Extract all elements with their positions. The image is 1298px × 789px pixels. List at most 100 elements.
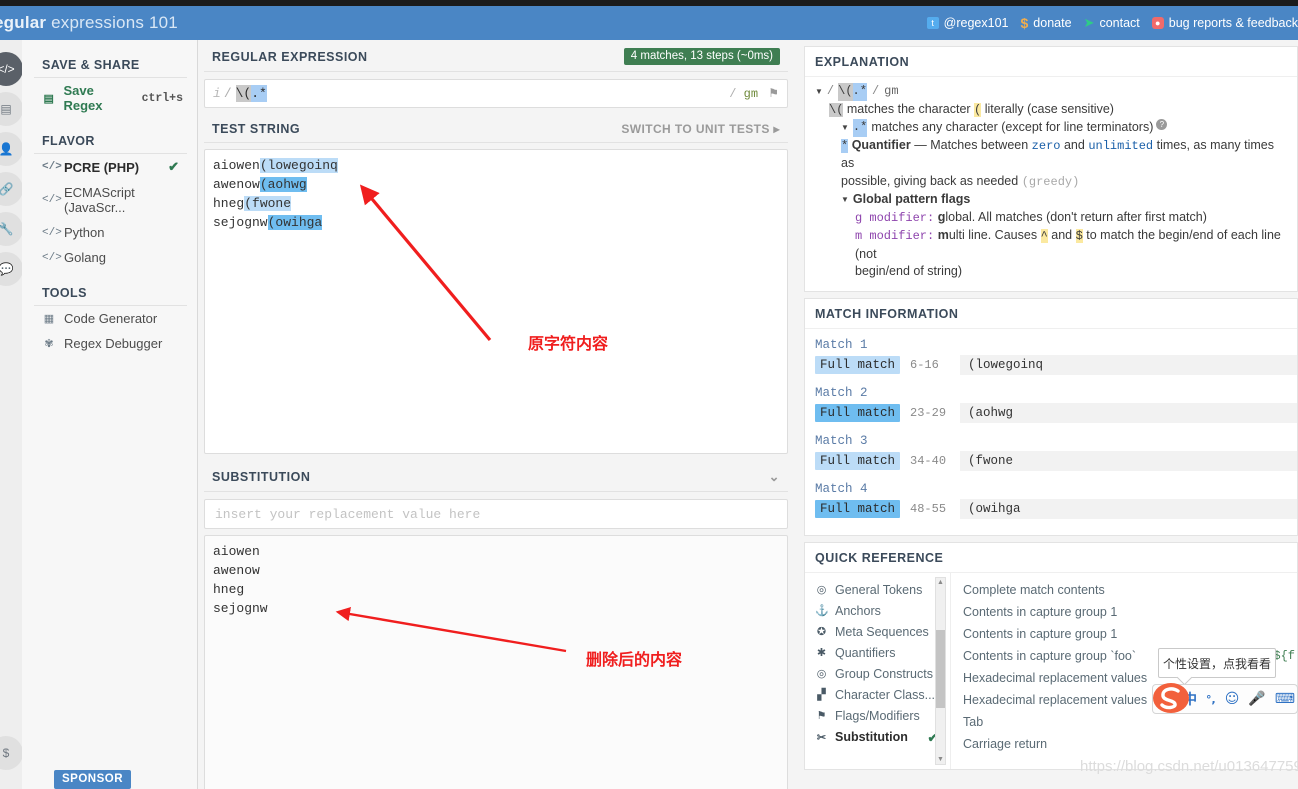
sponsor-badge[interactable]: SPONSOR	[54, 770, 132, 789]
match-title: Match 3	[815, 434, 868, 448]
g-modifier-label: g modifier:	[855, 210, 935, 225]
regex-input[interactable]: i / \(.* / gm ⚑	[204, 79, 788, 108]
sidebar-item-flavor-ecmascript-label: ECMAScript (JavaScr...	[64, 185, 135, 215]
quick-ref-category-substitution[interactable]: ✂ Substitution ✔	[815, 726, 950, 748]
sidebar-heading-tools: TOOLS	[34, 280, 187, 306]
quick-ref-entry[interactable]: Contents in capture group 1	[963, 623, 1297, 645]
quick-ref-entry[interactable]: Complete match contents	[963, 579, 1297, 601]
account-icon[interactable]: 👤	[0, 132, 23, 166]
quick-ref-category-quantifiers[interactable]: ✱ Quantifiers	[815, 642, 950, 663]
g-modifier-text: lobal. All matches (don't return after f…	[945, 209, 1207, 224]
sidebar-item-regex-debugger[interactable]: ✾ Regex Debugger	[22, 331, 197, 356]
global-flags-heading: Global pattern flags	[852, 192, 971, 206]
header-link-contact[interactable]: ➤ contact	[1084, 15, 1140, 31]
explanation-flags-heading-row: ▼ Global pattern flags	[815, 191, 1287, 209]
quick-ref-entry[interactable]: Tab	[963, 711, 1297, 733]
substitution-section-label: SUBSTITUTION	[212, 470, 311, 484]
code-icon: </>	[42, 226, 62, 239]
quick-ref-entry-desc: Contents in capture group `foo`	[963, 649, 1137, 663]
explanation-token-any: .*	[852, 83, 867, 101]
site-brand[interactable]: egular expressions 101	[0, 13, 178, 33]
quantifier-text-c: possible, giving back as needed	[841, 173, 1019, 188]
site-header: egular expressions 101 t @regex101 $ don…	[0, 6, 1298, 40]
quick-ref-category-label: Quantifiers	[835, 645, 896, 660]
sidebar-item-save-regex-shortcut: ctrl+s	[141, 91, 183, 105]
sidebar-item-flavor-pcre[interactable]: </> PCRE (PHP) ✔	[22, 154, 197, 180]
code-icon: </>	[42, 161, 62, 173]
quick-ref-category-anchors[interactable]: ⚓ Anchors	[815, 600, 950, 621]
match-tag: Full match	[815, 356, 901, 374]
switch-to-unit-tests-button[interactable]: SWITCH TO UNIT TESTS ▸	[621, 122, 780, 136]
scroll-down-icon[interactable]: ▼	[936, 756, 945, 763]
regex-flags[interactable]: / gm ⚑	[729, 86, 779, 101]
caret-token: ^	[1040, 229, 1048, 243]
test-string-match: (lowegoinq	[259, 158, 338, 173]
quick-ref-category-label: Character Class...	[835, 687, 936, 702]
quantifier-token: *	[841, 138, 849, 153]
substitution-result-line: hneg	[213, 582, 245, 597]
explanation-m-modifier: m modifier: multi line. Causes ^ and $ t…	[815, 227, 1287, 263]
quick-ref-category-meta-sequences[interactable]: ✪ Meta Sequences	[815, 621, 950, 642]
sidebar-item-flavor-python[interactable]: </> Python	[22, 220, 197, 245]
ime-keyboard-icon[interactable]: ⌨	[1275, 691, 1295, 707]
m-modifier-text-a: ulti line. Causes	[948, 228, 1038, 242]
dollar-rail-icon[interactable]: $	[0, 736, 23, 770]
regex-close-delimiter: /	[729, 87, 737, 101]
collapse-triangle-icon[interactable]: ▼	[841, 191, 849, 208]
quantifier-unlimited: unlimited	[1088, 138, 1154, 153]
code-icon[interactable]: </>	[0, 52, 23, 86]
chat-icon[interactable]: 💬	[0, 252, 23, 286]
ime-emoji-icon[interactable]: ☺	[1225, 691, 1240, 707]
library-icon[interactable]: ▤	[0, 92, 23, 126]
ime-microphone-icon[interactable]: 🎤	[1248, 691, 1265, 707]
github-icon: ●	[1151, 17, 1164, 29]
quick-ref-entry[interactable]: Carriage return	[963, 733, 1297, 755]
regex-token-any: .*	[251, 85, 267, 102]
quick-ref-category-general-tokens[interactable]: ◎ General Tokens	[815, 579, 950, 600]
sogou-logo-icon[interactable]	[1152, 680, 1190, 716]
sidebar-item-flavor-python-label: Python	[64, 225, 105, 240]
collapse-triangle-icon[interactable]: ▼	[841, 119, 849, 136]
ime-punctuation-toggle[interactable]: °,	[1206, 693, 1216, 706]
wrench-icon[interactable]: 🔧	[0, 212, 23, 246]
quick-ref-entry-desc: Hexadecimal replacement values	[963, 693, 1148, 707]
flag-icon[interactable]: ⚑	[768, 87, 779, 101]
link-icon[interactable]: 🔗	[0, 172, 23, 206]
chevron-down-icon[interactable]: ⌄	[769, 469, 780, 485]
substitution-result-line: awenow	[213, 563, 260, 578]
regex-token-literal: \(	[235, 85, 252, 102]
collapse-triangle-icon[interactable]: ▼	[815, 83, 823, 100]
sidebar-item-flavor-ecmascript[interactable]: </> ECMAScript (JavaScr...	[22, 180, 197, 220]
header-link-bugs[interactable]: ● bug reports & feedback	[1151, 16, 1298, 30]
sidebar-item-save-regex[interactable]: ▤ Save Regex ctrl+s	[22, 78, 197, 118]
center-column: REGULAR EXPRESSION 4 matches, 13 steps (…	[198, 40, 794, 789]
sidebar-heading-save-share: SAVE & SHARE	[34, 52, 187, 78]
sidebar-item-flavor-golang[interactable]: </> Golang	[22, 245, 197, 270]
test-string-line: awenow(aohwg	[213, 175, 779, 194]
match-value: (fwone	[960, 451, 1297, 471]
literal-text-b: literally (case sensitive)	[984, 101, 1114, 116]
ime-tooltip: 个性设置，点我看看	[1158, 648, 1276, 678]
sidebar-item-code-generator[interactable]: ▦ Code Generator	[22, 306, 197, 331]
header-link-donate[interactable]: $ donate	[1021, 15, 1072, 31]
quick-ref-category-character-classes[interactable]: ▞ Character Class...	[815, 684, 950, 705]
m-modifier-first: m	[937, 228, 949, 242]
help-icon[interactable]: ?	[1156, 119, 1168, 130]
explanation-title: EXPLANATION	[805, 47, 1297, 77]
match-range: 34-40	[910, 454, 947, 468]
test-string-input[interactable]: aiowen(lowegoinq awenow(aohwg hneg(fwone…	[204, 149, 788, 454]
scrollbar-thumb[interactable]	[936, 630, 945, 708]
brand-light: expressions 101	[46, 13, 178, 32]
switch-to-unit-tests-label: SWITCH TO UNIT TESTS	[621, 122, 770, 136]
test-string-plain: aiowen	[213, 158, 260, 173]
quick-ref-category-group-constructs[interactable]: ◎ Group Constructs	[815, 663, 950, 684]
scroll-up-icon[interactable]: ▲	[936, 579, 945, 586]
quick-ref-entry[interactable]: Contents in capture group 1	[963, 601, 1297, 623]
substitution-section-header: SUBSTITUTION ⌄	[204, 461, 788, 492]
substitution-placeholder: insert your replacement value here	[215, 506, 481, 522]
quick-reference-scrollbar[interactable]: ▲ ▼	[935, 577, 946, 765]
header-link-twitter[interactable]: t @regex101	[926, 16, 1009, 30]
quick-ref-category-flags-modifiers[interactable]: ⚑ Flags/Modifiers	[815, 705, 950, 726]
match-row: Full match 48-55 (owihga	[805, 499, 1297, 523]
substitution-input[interactable]: insert your replacement value here	[204, 499, 788, 529]
